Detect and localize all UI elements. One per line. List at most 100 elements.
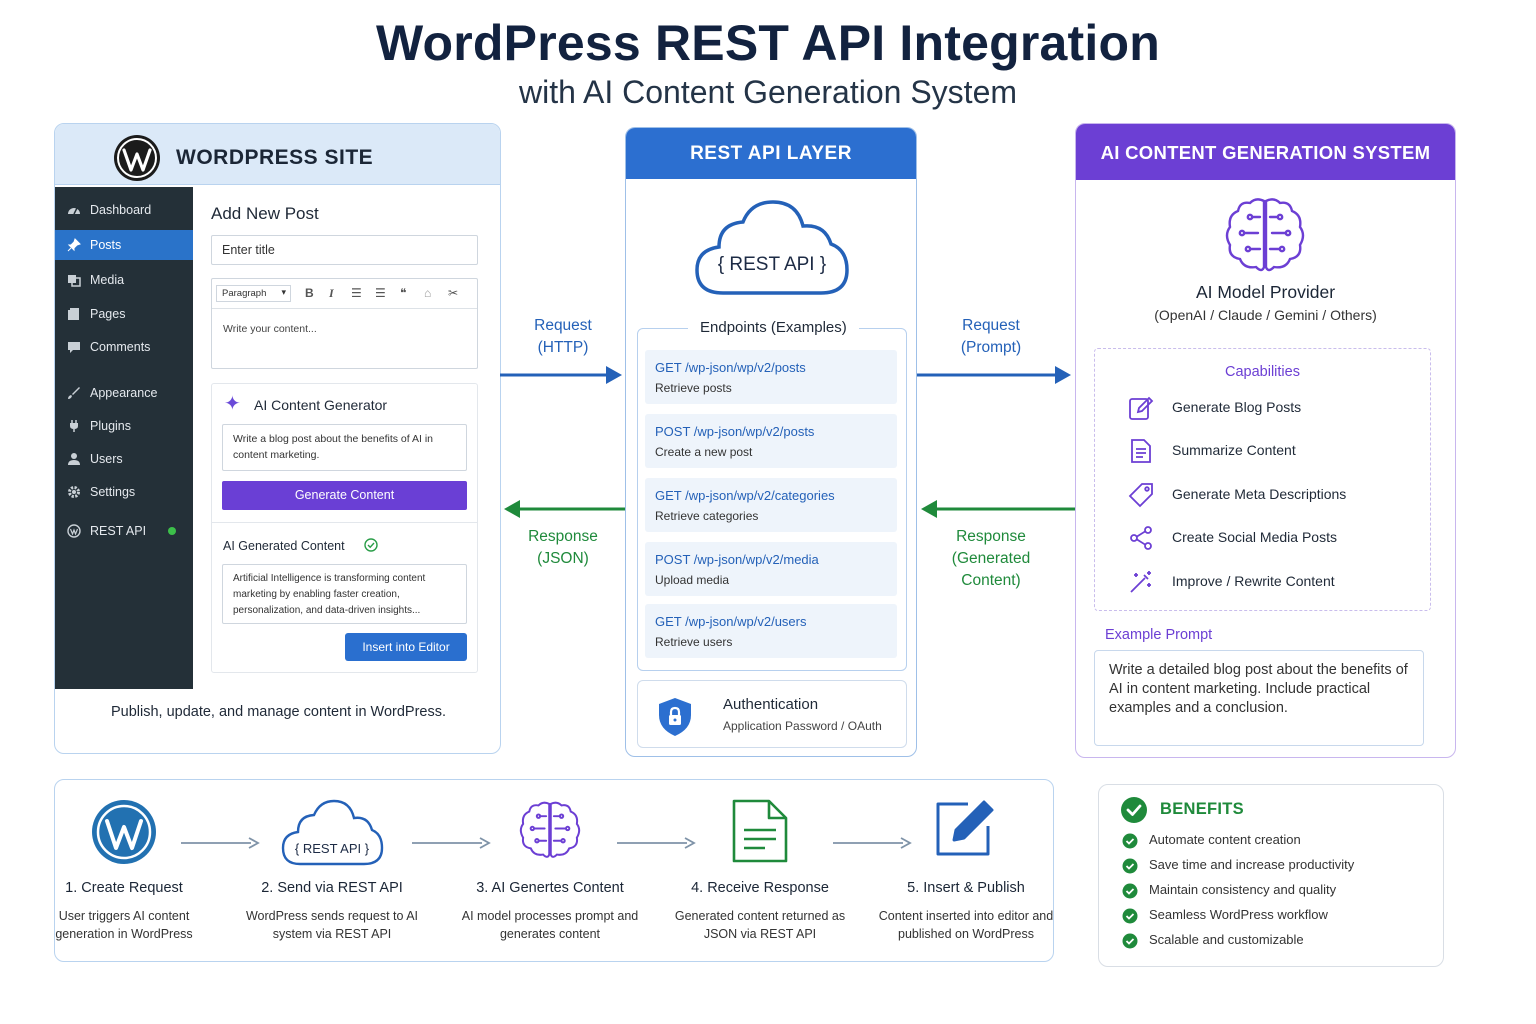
benefits-title: BENEFITS [1160, 800, 1244, 818]
edit-icon [1129, 396, 1154, 420]
bullet-list-icon[interactable]: ☰ [351, 286, 362, 300]
tag-icon [1128, 483, 1153, 508]
auth-title: Authentication [723, 696, 819, 713]
check-icon [1122, 858, 1138, 874]
quote-icon[interactable]: ❝ [400, 286, 406, 300]
sidebar-item-pages[interactable]: Pages [55, 299, 193, 329]
brain-icon [519, 801, 581, 858]
step-title: 5. Insert & Publish [907, 880, 1025, 896]
endpoint-item: POST /wp-json/wp/v2/posts Create a new p… [645, 414, 897, 468]
benefit-text: Maintain consistency and quality [1149, 882, 1337, 897]
insert-into-editor-button[interactable]: Insert into Editor [345, 633, 467, 661]
request-prompt-label: Request (Prompt) [960, 317, 1022, 356]
sidebar-label: Appearance [90, 386, 158, 400]
endpoint-desc: Retrieve categories [655, 509, 759, 523]
wordpress-panel-caption: Publish, update, and manage content in W… [110, 704, 447, 720]
endpoint-path: GET /wp-json/wp/v2/categories [655, 488, 835, 503]
sidebar-label: Pages [90, 307, 126, 321]
sidebar-item-users[interactable]: Users [55, 444, 193, 474]
brush-icon [68, 387, 80, 399]
capability-label: Generate Blog Posts [1172, 399, 1302, 415]
check-circle-icon [1121, 797, 1147, 823]
dashboard-icon [68, 207, 80, 215]
check-icon [1122, 908, 1138, 924]
capability-label: Create Social Media Posts [1172, 529, 1337, 545]
endpoint-item: GET /wp-json/wp/v2/categories Retrieve c… [645, 478, 897, 532]
sidebar-item-dashboard[interactable]: Dashboard [55, 195, 193, 225]
endpoints-box: Endpoints (Examples) GET /wp-json/wp/v2/… [637, 319, 907, 671]
check-icon [1122, 933, 1138, 949]
check-icon [1122, 833, 1138, 849]
sidebar-label: Comments [90, 340, 151, 354]
sidebar-label: Users [90, 452, 123, 466]
capability-label: Summarize Content [1172, 442, 1296, 458]
step-title: 4. Receive Response [691, 880, 829, 896]
comments-icon [68, 342, 80, 353]
sidebar-item-settings[interactable]: Settings [55, 477, 193, 507]
endpoints-title: Endpoints (Examples) [688, 319, 859, 336]
step-description: AI model processes prompt and generates … [461, 909, 639, 941]
sidebar-label: Posts [90, 238, 122, 252]
endpoint-desc: Upload media [655, 573, 730, 587]
endpoint-desc: Create a new post [655, 445, 753, 459]
step-cloud-label: { REST API } [294, 841, 370, 856]
user-icon [68, 453, 80, 465]
pin-icon [67, 238, 81, 252]
endpoint-path: POST /wp-json/wp/v2/posts [655, 424, 815, 439]
example-prompt-text: Write a detailed blog post about the ben… [1094, 650, 1424, 746]
workflow-step: 3. AI Genertes Content AI model processe… [455, 780, 645, 963]
link-icon[interactable]: ⌂ [424, 286, 431, 300]
numbered-list-icon[interactable]: ☰ [375, 286, 386, 300]
sidebar-item-comments[interactable]: Comments [55, 332, 193, 362]
authentication-box: Authentication Application Password / OA… [637, 680, 907, 748]
cloud-icon [695, 200, 849, 295]
post-title-input[interactable]: Enter title [211, 235, 478, 265]
step-title: 1. Create Request [65, 880, 183, 896]
bold-icon[interactable]: B [305, 286, 314, 300]
ai-generator-title: AI Content Generator [254, 397, 388, 413]
response-arrow-left [504, 500, 626, 518]
content-editor[interactable]: Paragraph B I ☰ ☰ ❝ ⌂ ✂ Write your conte… [211, 278, 478, 369]
generate-content-button[interactable]: Generate Content [222, 481, 467, 510]
sidebar-item-plugins[interactable]: Plugins [55, 411, 193, 441]
page-title: WordPress REST API Integration [376, 15, 1160, 71]
request-http-label: Request (HTTP) [534, 317, 592, 356]
italic-icon[interactable]: I [329, 286, 334, 301]
ai-prompt-input[interactable]: Write a blog post about the benefits of … [222, 424, 467, 471]
sidebar-item-media[interactable]: Media [55, 265, 193, 295]
ai-provider-list: (OpenAI / Claude / Gemini / Others) [1154, 307, 1377, 323]
benefits-panel: BENEFITS Automate content creation Save … [1098, 784, 1444, 967]
benefit-text: Seamless WordPress workflow [1149, 907, 1328, 922]
step-description: User triggers AI content generation in W… [55, 909, 193, 941]
benefit-text: Automate content creation [1149, 832, 1301, 847]
ai-content-generator-box: ✦ AI Content Generator Write a blog post… [211, 383, 478, 673]
settings-icon [68, 486, 80, 498]
ai-content-system-panel: AI CONTENT GENERATION SYSTEM AI Model Pr… [1075, 123, 1456, 758]
sidebar-item-rest-api[interactable]: REST API [55, 516, 193, 546]
sidebar-item-posts[interactable]: Posts [55, 230, 201, 260]
sidebar-label: Settings [90, 485, 136, 499]
sidebar-item-appearance[interactable]: Appearance [55, 378, 193, 408]
response-json-label: Response (JSON) [528, 528, 598, 567]
step-title: 2. Send via REST API [261, 880, 403, 896]
pages-icon [68, 308, 79, 320]
response-content-arrow [921, 500, 1075, 518]
endpoint-path: POST /wp-json/wp/v2/media [655, 552, 819, 567]
workflow-step: { REST API } 2. Send via REST API WordPr… [237, 780, 427, 963]
media-icon [68, 275, 81, 287]
sidebar-label: Plugins [90, 419, 131, 433]
rest-panel-title: REST API LAYER [626, 128, 916, 179]
endpoint-path: GET /wp-json/wp/v2/posts [655, 360, 806, 375]
rest-api-layer-panel: REST API LAYER { REST API } Endpoints (E… [625, 127, 917, 757]
benefit-text: Save time and increase productivity [1149, 857, 1355, 872]
wp-editor-area: Add New Post Enter title Paragraph B I ☰… [193, 187, 500, 689]
unlink-icon[interactable]: ✂ [448, 286, 458, 300]
divider [212, 522, 477, 523]
request-prompt-arrow [917, 366, 1071, 384]
sparkle-icon: ✦ [224, 393, 241, 415]
sidebar-label: REST API [90, 524, 147, 538]
paragraph-select[interactable]: Paragraph [216, 285, 291, 302]
request-arrow-right [500, 366, 622, 384]
ai-provider-title: AI Model Provider [1195, 282, 1336, 302]
document-icon [1131, 439, 1151, 463]
